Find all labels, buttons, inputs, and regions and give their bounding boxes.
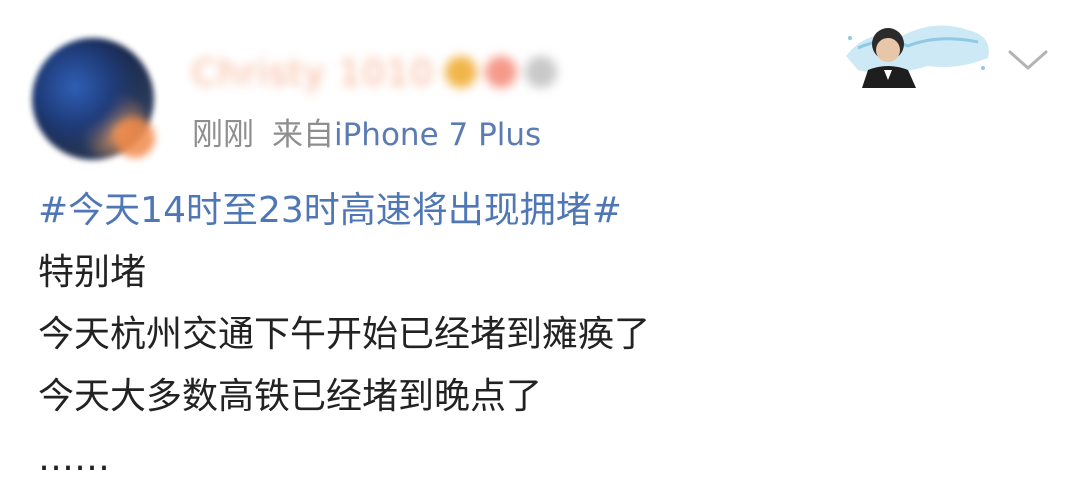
topic-link[interactable]: #今天14时至23时高速将出现拥堵# [38, 180, 650, 242]
avatar-badge [115, 118, 155, 158]
post-line: 今天杭州交通下午开始已经堵到瘫痪了 [38, 314, 651, 355]
level-badge-icon [485, 56, 517, 88]
verified-badge-icon [525, 56, 557, 88]
source-prefix: 来自 [272, 117, 334, 153]
card-decoration-icon [846, 25, 989, 88]
member-badges [445, 56, 557, 88]
vip-badge-icon [445, 56, 477, 88]
post-line: 今天大多数高铁已经堵到晚点了 [38, 376, 543, 417]
chevron-down-icon[interactable] [1006, 44, 1050, 74]
source-device-link[interactable]: iPhone 7 Plus [334, 117, 541, 153]
post-line: 特别堵 [38, 252, 147, 293]
post-meta: 刚刚 来自iPhone 7 Plus [192, 113, 541, 157]
username[interactable]: Christy 1010 [192, 52, 434, 96]
weibo-post: Christy 1010 刚刚 来自iPhone 7 Plus #今天14时至23… [0, 0, 1080, 496]
post-line: …… [38, 438, 110, 479]
post-timestamp: 刚刚 [192, 117, 254, 153]
post-content: #今天14时至23时高速将出现拥堵# 特别堵 今天杭州交通下午开始已经堵到瘫痪了… [38, 180, 650, 490]
